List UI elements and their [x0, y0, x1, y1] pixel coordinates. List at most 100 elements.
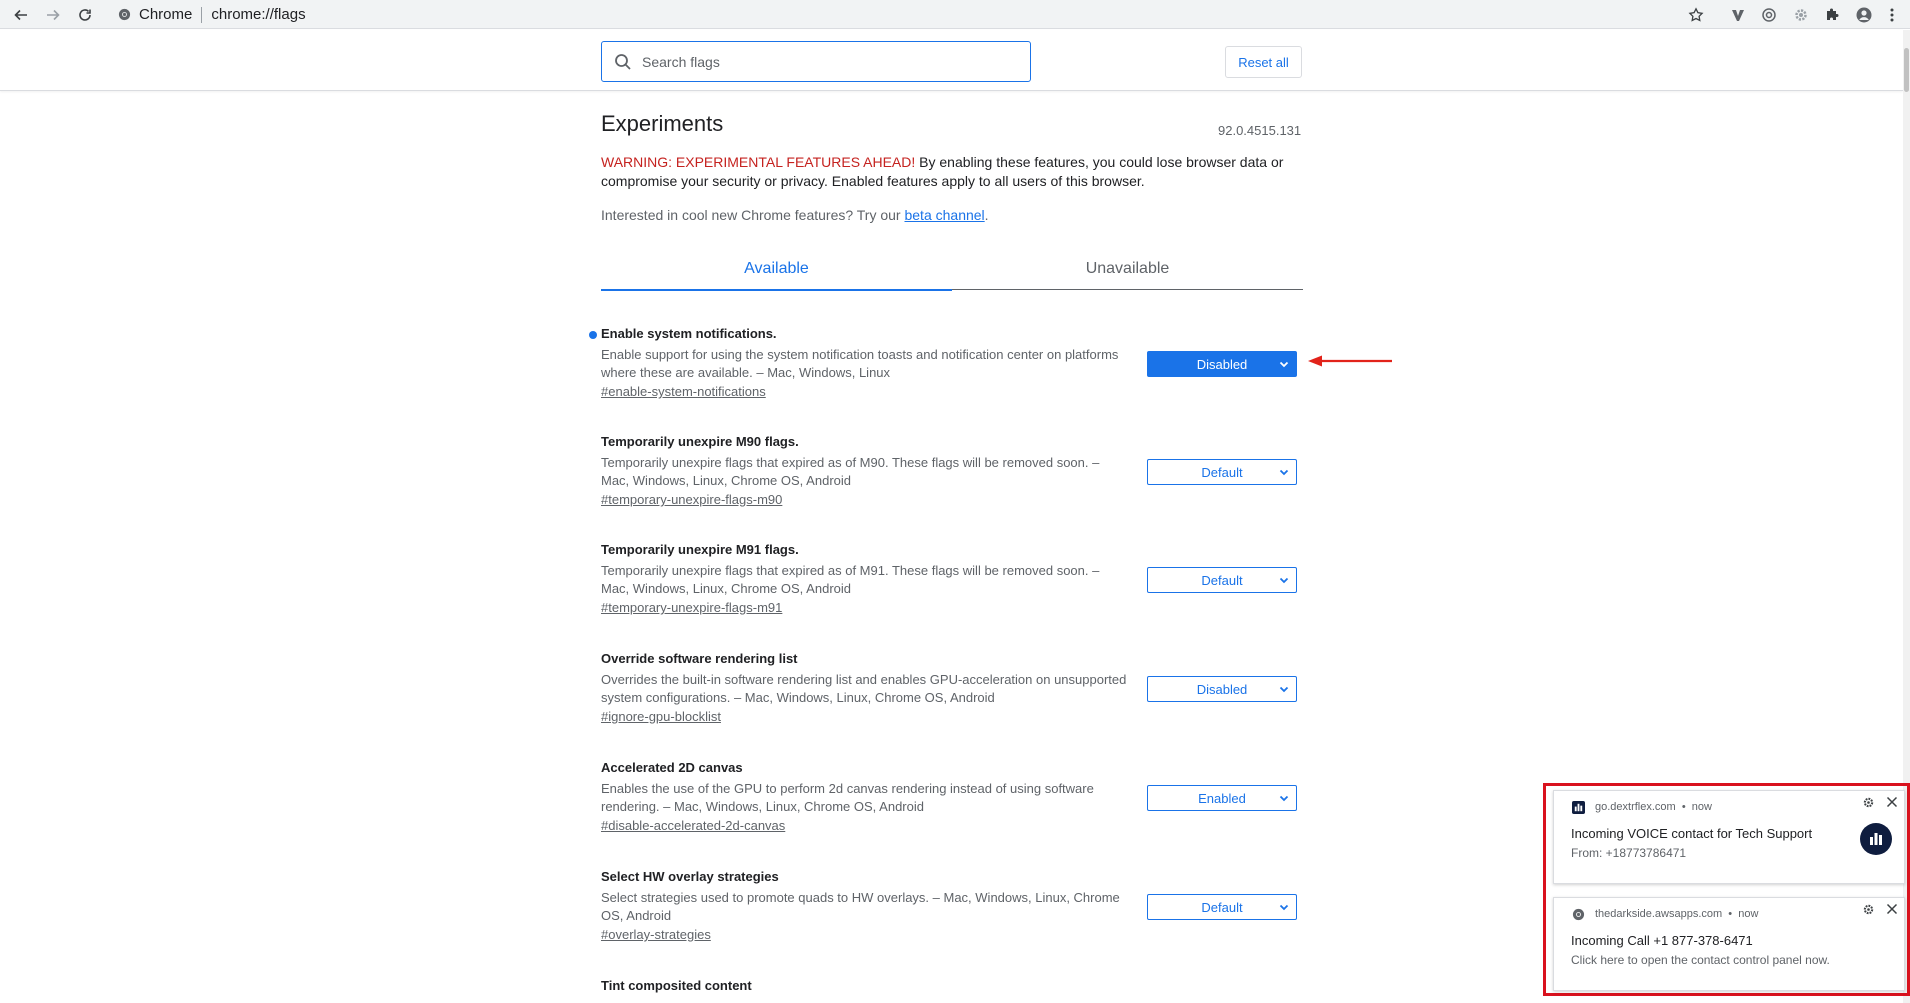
notification-close-icon[interactable]: [1886, 796, 1898, 808]
version-label: 92.0.4515.131: [1218, 123, 1302, 138]
notification-settings-icon[interactable]: [1862, 903, 1875, 916]
beta-channel-link[interactable]: beta channel: [904, 207, 984, 223]
kebab-menu-icon: [1890, 8, 1894, 22]
star-icon: [1688, 7, 1704, 22]
extension-gear-button[interactable]: [1791, 5, 1811, 25]
extension-ring-button[interactable]: [1759, 5, 1779, 25]
address-bar[interactable]: Chrome chrome://flags: [110, 2, 1690, 27]
chevron-down-icon: [1279, 361, 1289, 368]
interested-suffix: .: [984, 207, 989, 223]
flag-description: Overrides the built-in software renderin…: [601, 672, 1127, 705]
flag-title: Temporarily unexpire M90 flags.: [601, 434, 799, 449]
chrome-icon: [118, 8, 131, 21]
warning-strong: WARNING: EXPERIMENTAL FEATURES AHEAD!: [601, 154, 916, 170]
flag-item: Temporarily unexpire M90 flags. Temporar…: [601, 434, 1301, 509]
flag-permalink[interactable]: #temporary-unexpire-flags-m90: [601, 492, 782, 507]
scrollbar-thumb[interactable]: [1904, 48, 1909, 92]
flag-permalink[interactable]: #temporary-unexpire-flags-m91: [601, 600, 782, 615]
flag-permalink[interactable]: #ignore-gpu-blocklist: [601, 709, 721, 724]
site-label: Chrome: [139, 6, 193, 23]
flag-select-value: Disabled: [1196, 356, 1248, 372]
extension-v-button[interactable]: [1728, 5, 1748, 25]
notification-toast[interactable]: thedarkside.awsapps.com • now Incoming C…: [1553, 897, 1905, 991]
notification-title: Incoming VOICE contact for Tech Support: [1571, 826, 1813, 841]
flag-select[interactable]: Default: [1147, 459, 1297, 485]
flag-select[interactable]: Enabled: [1147, 785, 1297, 811]
warning-text: WARNING: EXPERIMENTAL FEATURES AHEAD! By…: [601, 153, 1301, 191]
reload-button[interactable]: [74, 4, 96, 26]
flag-permalink[interactable]: #disable-accelerated-2d-canvas: [601, 818, 785, 833]
flag-title: Enable system notifications.: [601, 326, 777, 341]
chevron-down-icon: [1279, 577, 1289, 584]
reset-all-button[interactable]: Reset all: [1225, 46, 1302, 78]
flag-item: Enable system notifications. Enable supp…: [589, 326, 1301, 401]
flag-description: Select strategies used to promote quads …: [601, 890, 1120, 923]
flag-title: Select HW overlay strategies: [601, 869, 779, 884]
tab-unavailable[interactable]: Unavailable: [952, 248, 1303, 290]
flags-tabs: Available Unavailable: [601, 248, 1303, 291]
chevron-down-icon: [1279, 686, 1289, 693]
flag-select[interactable]: Disabled: [1147, 676, 1297, 702]
flag-permalink[interactable]: #overlay-strategies: [601, 927, 711, 942]
flag-title: Temporarily unexpire M91 flags.: [601, 542, 799, 557]
flag-description: Temporarily unexpire flags that expired …: [601, 455, 1100, 488]
flag-item: Override software rendering list Overrid…: [601, 651, 1301, 726]
notification-body: From: +18773786471: [1571, 846, 1687, 860]
gear-icon: [1795, 9, 1807, 21]
profile-button[interactable]: [1854, 5, 1874, 25]
search-icon: [615, 53, 631, 70]
flag-item: Tint composited content: [601, 978, 1301, 993]
flags-header: Reset all: [0, 30, 1903, 91]
arrow-left-icon: [14, 9, 27, 21]
notification-origin: go.dextrflex.com • now: [1595, 801, 1712, 813]
avatar-icon: [1856, 7, 1872, 23]
modified-indicator-dot: [589, 331, 597, 339]
search-box[interactable]: [601, 41, 1031, 82]
search-input[interactable]: [642, 53, 1002, 70]
chevron-down-icon: [1279, 795, 1289, 802]
flag-select[interactable]: Default: [1147, 567, 1297, 593]
interested-prefix: Interested in cool new Chrome features? …: [601, 207, 905, 223]
bar-logo-icon: [1870, 833, 1882, 845]
back-button[interactable]: [10, 4, 32, 26]
notification-origin: thedarkside.awsapps.com • now: [1595, 908, 1759, 920]
reload-icon: [79, 9, 91, 21]
chevron-down-icon: [1279, 904, 1289, 911]
v-logo-icon: [1732, 10, 1744, 21]
arrow-right-icon: [47, 9, 60, 21]
notification-toast[interactable]: go.dextrflex.com • now Incoming VOICE co…: [1553, 790, 1905, 884]
flag-title: Accelerated 2D canvas: [601, 760, 743, 775]
flag-description: Enable support for using the system noti…: [601, 347, 1119, 380]
flag-title: Tint composited content: [601, 978, 752, 993]
notification-body: Click here to open the contact control p…: [1571, 953, 1830, 967]
forward-button[interactable]: [42, 4, 64, 26]
flag-select-value: Default: [1201, 899, 1243, 915]
extensions-button[interactable]: [1822, 5, 1842, 25]
url-text: chrome://flags: [211, 6, 306, 23]
notification-title: Incoming Call +1 877-378-6471: [1571, 933, 1753, 948]
bookmark-star-button[interactable]: [1686, 5, 1706, 25]
chevron-down-icon: [1279, 469, 1289, 476]
notification-settings-icon[interactable]: [1862, 796, 1875, 809]
flag-select-value: Enabled: [1198, 790, 1246, 806]
flag-description: Enables the use of the GPU to perform 2d…: [601, 781, 1094, 814]
notification-close-icon[interactable]: [1886, 903, 1898, 915]
red-arrow-annotation: [1308, 355, 1392, 367]
ring-icon: [1762, 8, 1776, 22]
interested-text: Interested in cool new Chrome features? …: [601, 207, 989, 223]
dextr-site-icon: [1572, 801, 1585, 814]
flag-select[interactable]: Default: [1147, 894, 1297, 920]
flag-item: Accelerated 2D canvas Enables the use of…: [601, 760, 1301, 835]
tab-available[interactable]: Available: [601, 248, 952, 291]
flag-select-value: Default: [1201, 572, 1243, 588]
browser-toolbar: Chrome chrome://flags: [0, 0, 1910, 29]
address-separator: [201, 6, 203, 23]
flag-title: Override software rendering list: [601, 651, 798, 666]
flag-permalink[interactable]: #enable-system-notifications: [601, 384, 766, 399]
flag-item: Temporarily unexpire M91 flags. Temporar…: [601, 542, 1301, 617]
flag-select-value: Default: [1201, 464, 1243, 480]
menu-button[interactable]: [1886, 5, 1898, 25]
flag-select-value: Disabled: [1196, 681, 1248, 697]
dextr-app-icon: [1860, 823, 1892, 855]
flag-select[interactable]: Disabled: [1147, 351, 1297, 377]
